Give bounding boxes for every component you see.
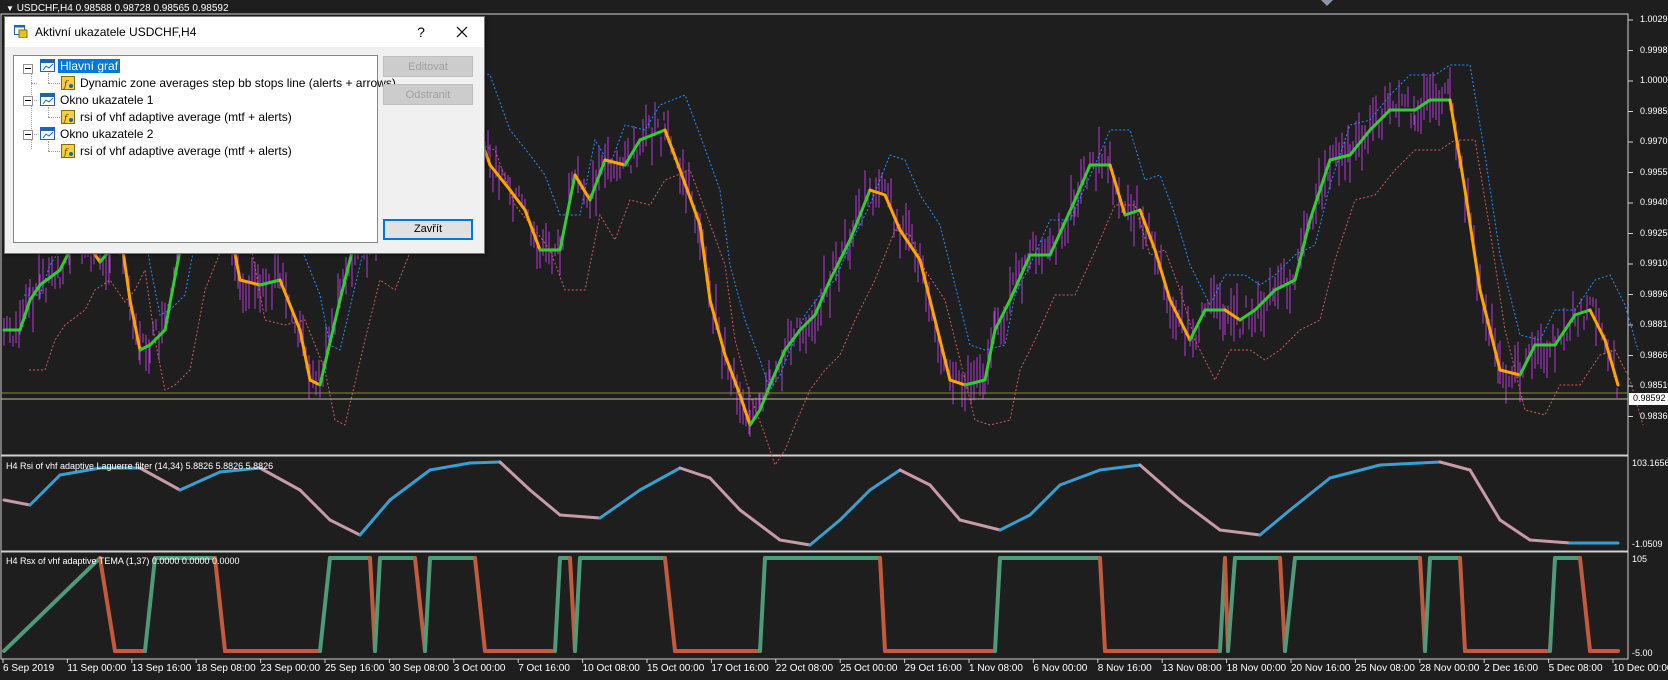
time-axis-label: 29 Oct 16:00 [904, 663, 962, 674]
time-axis-label: 1 Nov 08:00 [969, 663, 1023, 674]
price-axis-label: 1.00000 [1640, 75, 1668, 85]
time-axis-label: 6 Nov 00:00 [1033, 663, 1088, 674]
current-price-label: 0.98592 [1633, 393, 1666, 403]
sub2-indicator-label: H4 Rsx of vhf adaptive TEMA (1,37) 0.000… [6, 556, 240, 566]
price-axis-label: 0.99705 [1640, 136, 1668, 146]
time-axis-label: 18 Nov 00:00 [1226, 663, 1287, 674]
tree-item-window1[interactable]: Okno ukazatele 1 [58, 92, 155, 108]
window-icon [40, 127, 55, 140]
time-axis-label: 20 Nov 16:00 [1291, 663, 1351, 674]
price-axis-label: 1.00295 [1640, 14, 1668, 24]
window-icon [40, 93, 55, 106]
chart-symbol-header: ▼ USDCHF,H4 0.98588 0.98728 0.98565 0.98… [6, 3, 229, 14]
close-icon[interactable] [451, 21, 473, 43]
indicator-tree[interactable]: Hlavní graf f Dynamic zone averages step… [13, 55, 396, 243]
time-axis-label: 3 Oct 00:00 [453, 663, 506, 674]
time-axis-label: 17 Oct 16:00 [711, 663, 769, 674]
price-axis-label: 0.99405 [1640, 197, 1668, 207]
tree-connector [48, 107, 49, 117]
price-axis-label: 0.99105 [1640, 258, 1668, 268]
tree-item-main-indicator[interactable]: Dynamic zone averages step bb stops line… [78, 75, 398, 91]
tree-connector [48, 83, 62, 84]
help-button[interactable]: ? [411, 21, 431, 43]
tree-item-label: Hlavní graf [58, 59, 121, 73]
time-axis-label: 2 Dec 16:00 [1484, 663, 1539, 674]
time-axis-label: 18 Sep 08:00 [196, 663, 256, 674]
price-axis-label: 0.98660 [1640, 349, 1668, 360]
price-axis-label: 0.98360 [1640, 410, 1668, 421]
time-axis-label: 6 Sep 2019 [3, 663, 55, 674]
tree-item-window2[interactable]: Okno ukazatele 2 [58, 126, 155, 142]
tree-item-window1-indicator[interactable]: rsi of vhf adaptive average (mtf + alert… [78, 109, 294, 125]
price-axis-label: 0.99255 [1640, 227, 1668, 238]
time-axis-label: 25 Oct 00:00 [840, 663, 898, 674]
dialog-titlebar[interactable]: Aktivní ukazatele USDCHF,H4 ? [5, 17, 484, 47]
tree-connector [48, 151, 62, 152]
time-axis-label: 22 Oct 08:00 [775, 663, 834, 674]
dropdown-arrow-icon[interactable]: ▼ [6, 4, 14, 13]
time-axis-label: 28 Nov 00:00 [1419, 663, 1480, 674]
price-axis-label: 0.98960 [1640, 288, 1668, 299]
time-axis-label: 13 Nov 08:00 [1162, 663, 1222, 674]
collapse-window2-icon[interactable] [23, 130, 33, 140]
tree-item-main-chart[interactable]: Hlavní graf [58, 58, 121, 74]
price-axis-label: 0.99850 [1640, 105, 1668, 116]
indicator-fx-icon: f [61, 144, 75, 158]
indicator-fx-icon: f [61, 110, 75, 124]
edit-button[interactable]: Editovat [383, 56, 473, 77]
sub2-axis-max: 105 [1632, 554, 1648, 564]
collapse-window1-icon[interactable] [23, 96, 33, 106]
time-axis-label: 15 Oct 00:00 [647, 663, 705, 674]
time-axis-label: 10 Oct 08:00 [582, 663, 640, 674]
tree-connector [48, 141, 49, 151]
indicator-fx-icon: f [61, 76, 75, 90]
remove-button[interactable]: Odstranit [383, 84, 473, 105]
price-axis-label: 0.99555 [1640, 166, 1668, 177]
collapse-main-icon[interactable] [23, 64, 33, 74]
price-axis-label: 0.98510 [1640, 380, 1668, 390]
window-icon [40, 59, 55, 72]
time-axis-label: 5 Dec 08:00 [1548, 663, 1603, 674]
indicators-icon [14, 25, 28, 38]
time-axis-label: 25 Nov 08:00 [1355, 663, 1415, 674]
time-axis-label: 7 Oct 16:00 [518, 663, 570, 674]
price-axis-label: 0.99985 [1640, 44, 1668, 55]
rsi-segment [468, 460, 502, 465]
time-axis-label: 10 Dec 00:00 [1613, 663, 1668, 674]
tree-connector [48, 73, 49, 83]
time-axis-label: 11 Sep 00:00 [67, 663, 127, 674]
tree-connector [48, 117, 62, 118]
tree-connector [31, 83, 37, 84]
sub1-indicator-label: H4 Rsi of vhf adaptive Laguerre filter (… [6, 461, 274, 471]
dialog-title: Aktivní ukazatele USDCHF,H4 [35, 25, 197, 39]
sub1-axis-max: 103.1656 [1632, 458, 1668, 468]
tree-item-window2-indicator[interactable]: rsi of vhf adaptive average (mtf + alert… [78, 143, 294, 159]
close-button[interactable]: Zavřít [383, 219, 473, 240]
time-axis-label: 25 Sep 16:00 [325, 663, 385, 674]
sub1-axis-min: -1.0509 [1632, 539, 1663, 549]
active-indicators-dialog: Aktivní ukazatele USDCHF,H4 ? Hlavní gra… [4, 16, 485, 254]
time-axis-label: 8 Nov 16:00 [1097, 663, 1152, 674]
time-axis-label: 23 Sep 00:00 [260, 663, 321, 674]
time-axis-label: 13 Sep 16:00 [131, 663, 192, 674]
time-axis-label: 30 Sep 08:00 [389, 663, 449, 674]
price-axis-label: 0.98810 [1640, 319, 1668, 329]
sub2-axis-min: -5.00 [1632, 648, 1653, 658]
